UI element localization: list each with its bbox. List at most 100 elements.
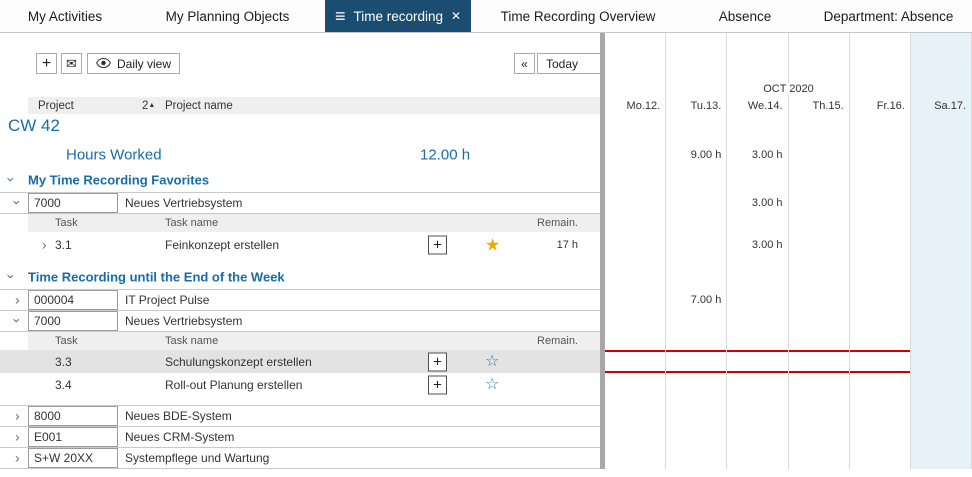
hours-cell[interactable] (789, 289, 850, 311)
tab-time-recording[interactable]: ≡ Time recording ✕ (325, 0, 471, 32)
hours-cell[interactable] (666, 373, 727, 396)
tab-absence[interactable]: Absence (685, 0, 805, 32)
collapse-section-icon[interactable]: › (9, 270, 14, 285)
hours-cell[interactable] (850, 405, 911, 427)
hours-cell[interactable] (666, 350, 727, 373)
project-name-column-header[interactable]: Project name (165, 100, 233, 112)
project-column-header[interactable]: Project (38, 100, 74, 112)
hours-cell[interactable] (727, 310, 788, 332)
hours-cell[interactable]: 3.00 h (727, 192, 788, 214)
hours-cell[interactable] (727, 405, 788, 427)
hours-cell[interactable] (605, 192, 666, 214)
hours-cell[interactable] (727, 350, 788, 373)
hours-cell[interactable] (605, 310, 666, 332)
hours-cell[interactable] (911, 373, 972, 396)
hours-cell[interactable] (850, 192, 911, 214)
hours-cell[interactable] (605, 447, 666, 469)
project-row-sw20xx[interactable]: › S+W 20XX Systempflege und Wartung (0, 447, 972, 469)
favorite-star-outline-icon[interactable]: ☆ (485, 354, 499, 370)
hours-cell[interactable] (666, 447, 727, 469)
hours-cell[interactable] (605, 426, 666, 448)
hours-cell[interactable] (911, 405, 972, 427)
hours-cell[interactable]: 9.00 h (666, 141, 727, 168)
expand-project-icon[interactable]: › (15, 430, 20, 445)
hours-cell[interactable] (850, 426, 911, 448)
today-button[interactable]: Today (537, 53, 601, 74)
hours-cell[interactable] (911, 426, 972, 448)
task-row-3-3-selected[interactable]: 3.3 Schulungskonzept erstellen + ☆ (0, 350, 972, 373)
close-tab-icon[interactable]: ✕ (451, 10, 461, 22)
hours-cell[interactable] (789, 373, 850, 396)
hours-cell[interactable] (850, 350, 911, 373)
hours-cell[interactable] (850, 232, 911, 257)
hours-cell[interactable] (911, 289, 972, 311)
hours-cell[interactable] (727, 289, 788, 311)
hours-cell[interactable] (789, 447, 850, 469)
hours-cell[interactable]: 3.00 h (727, 232, 788, 257)
hours-cell[interactable] (666, 310, 727, 332)
project-row-8000[interactable]: › 8000 Neues BDE-System (0, 405, 972, 427)
add-time-entry-button[interactable]: + (428, 235, 447, 254)
menu-icon[interactable]: ≡ (335, 7, 346, 25)
hours-cell[interactable]: 3.00 h (727, 141, 788, 168)
hours-cell[interactable] (911, 310, 972, 332)
project-row-e001[interactable]: › E001 Neues CRM-System (0, 426, 972, 448)
project-row-7000-favorite[interactable]: › 7000 Neues Vertriebsystem 3.00 h (0, 192, 972, 214)
tab-my-planning-objects[interactable]: My Planning Objects (130, 0, 325, 32)
hours-cell[interactable] (789, 405, 850, 427)
hours-cell[interactable] (605, 350, 666, 373)
expand-project-icon[interactable]: › (15, 451, 20, 466)
daily-view-button[interactable]: Daily view (87, 53, 180, 74)
expand-project-icon[interactable]: › (15, 409, 20, 424)
hours-cell[interactable] (727, 373, 788, 396)
hours-cell[interactable] (727, 447, 788, 469)
tab-department-absence[interactable]: Department: Absence (805, 0, 972, 32)
collapse-section-icon[interactable]: › (9, 173, 14, 188)
hours-cell[interactable] (850, 373, 911, 396)
hours-cell[interactable] (789, 141, 850, 168)
add-time-entry-button[interactable]: + (428, 375, 447, 394)
hours-cell[interactable] (789, 232, 850, 257)
previous-week-button[interactable]: « (514, 53, 535, 74)
hours-cell[interactable] (850, 310, 911, 332)
hours-cell[interactable] (605, 141, 666, 168)
collapse-project-icon[interactable]: › (15, 196, 20, 211)
hours-cell[interactable] (789, 310, 850, 332)
collapse-project-icon[interactable]: › (15, 314, 20, 329)
add-button[interactable]: + (36, 53, 57, 74)
hours-cell[interactable] (789, 426, 850, 448)
hours-cell[interactable] (666, 232, 727, 257)
favorite-star-outline-icon[interactable]: ☆ (485, 377, 499, 393)
hours-cell[interactable] (911, 141, 972, 168)
hours-cell[interactable]: 7.00 h (666, 289, 727, 311)
hours-cell[interactable] (727, 426, 788, 448)
hours-cell[interactable] (605, 373, 666, 396)
tab-time-recording-overview[interactable]: Time Recording Overview (471, 0, 685, 32)
hours-cell[interactable] (789, 350, 850, 373)
hours-cell[interactable] (911, 232, 972, 257)
hours-cell[interactable] (605, 289, 666, 311)
project-row-000004[interactable]: › 000004 IT Project Pulse 7.00 h (0, 289, 972, 311)
favorite-star-icon[interactable]: ★ (485, 236, 500, 253)
hours-cell[interactable] (911, 447, 972, 469)
project-row-7000[interactable]: › 7000 Neues Vertriebsystem (0, 310, 972, 332)
task-row-3-4[interactable]: 3.4 Roll-out Planung erstellen + ☆ (0, 373, 972, 396)
hours-cell[interactable] (605, 232, 666, 257)
add-time-entry-button[interactable]: + (428, 352, 447, 371)
hours-cell[interactable] (850, 447, 911, 469)
expand-project-icon[interactable]: › (15, 293, 20, 308)
day-cell (789, 265, 850, 289)
hours-cell[interactable] (605, 405, 666, 427)
hours-cell[interactable] (850, 141, 911, 168)
task-row-3-1[interactable]: › 3.1 Feinkonzept erstellen + ★ 17 h 3.0… (0, 232, 972, 257)
hours-cell[interactable] (911, 192, 972, 214)
hours-cell[interactable] (666, 426, 727, 448)
hours-cell[interactable] (666, 192, 727, 214)
tab-my-activities[interactable]: My Activities (0, 0, 130, 32)
hours-cell[interactable] (911, 350, 972, 373)
hours-cell[interactable] (666, 405, 727, 427)
hours-cell[interactable] (789, 192, 850, 214)
mail-button[interactable]: ✉ (61, 53, 82, 74)
hours-cell[interactable] (850, 289, 911, 311)
expand-task-icon[interactable]: › (42, 237, 47, 252)
